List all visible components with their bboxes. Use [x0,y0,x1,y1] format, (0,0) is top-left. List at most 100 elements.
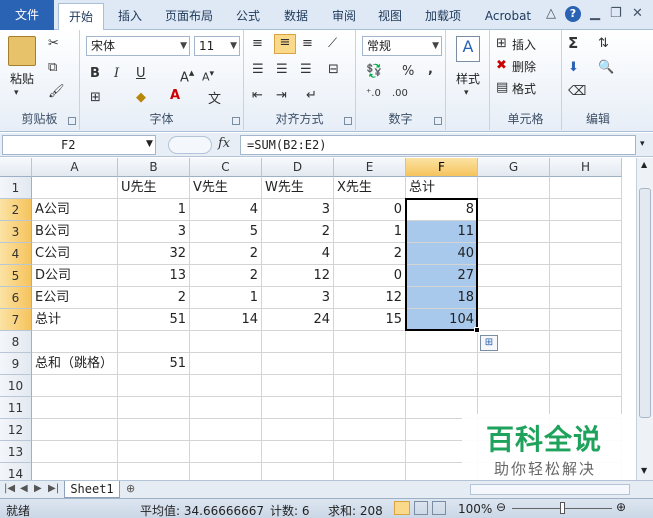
cell-d3[interactable]: 2 [262,221,334,243]
cell-h1[interactable] [550,177,622,199]
cell-e9[interactable] [334,353,406,375]
cell-a4[interactable]: C公司 [32,243,118,265]
cell-e13[interactable] [334,441,406,463]
cell-e6[interactable]: 12 [334,287,406,309]
cell-b2[interactable]: 1 [118,199,190,221]
name-box-dropdown-icon[interactable]: ▼ [146,139,153,149]
cell-f7[interactable]: 104 [406,309,478,331]
percent-button[interactable]: % [402,64,414,79]
cell-g1[interactable] [478,177,550,199]
column-header-h[interactable]: H [550,158,622,177]
cell-c12[interactable] [190,419,262,441]
cell-d13[interactable] [262,441,334,463]
cell-d12[interactable] [262,419,334,441]
cell-a14[interactable] [32,463,118,480]
increase-font-icon[interactable]: A▴ [180,66,194,85]
cell-a6[interactable]: E公司 [32,287,118,309]
vertical-scroll-thumb[interactable] [639,188,651,418]
formula-input[interactable]: =SUM(B2:E2) [240,135,636,155]
minimize-ribbon-icon[interactable]: △ [546,6,556,21]
comma-button[interactable]: , [428,62,433,77]
copy-icon[interactable]: ⧉ [48,60,57,75]
cell-d10[interactable] [262,375,334,397]
cell-a11[interactable] [32,397,118,419]
clipboard-launcher-icon[interactable] [68,117,76,125]
delete-cells-button[interactable]: 删除 [512,58,536,75]
increase-decimal-icon[interactable]: ⁺.0 [366,88,381,99]
tab-view[interactable]: 视图 [370,3,410,29]
column-header-e[interactable]: E [334,158,406,177]
fill-icon[interactable]: ⬇ [568,60,579,75]
row-header-3[interactable]: 3 [0,221,32,243]
cell-h7[interactable] [550,309,622,331]
cell-g6[interactable] [478,287,550,309]
tab-file[interactable]: 文件 [0,0,54,30]
cell-d8[interactable] [262,331,334,353]
align-right-icon[interactable]: ☰ [300,62,312,77]
increase-indent-icon[interactable]: ⇥ [276,88,287,103]
zoom-out-icon[interactable]: ⊖ [496,500,506,514]
cell-f1[interactable]: 总计 [406,177,478,199]
orientation-icon[interactable]: ⟋ [328,36,337,51]
cell-d14[interactable] [262,463,334,480]
sort-filter-icon[interactable]: ⇅ [598,36,609,51]
styles-icon[interactable]: A [456,36,480,62]
cell-a12[interactable] [32,419,118,441]
cell-g7[interactable] [478,309,550,331]
decrease-indent-icon[interactable]: ⇤ [252,88,263,103]
cell-c9[interactable] [190,353,262,375]
cell-d11[interactable] [262,397,334,419]
cell-h3[interactable] [550,221,622,243]
cell-c6[interactable]: 1 [190,287,262,309]
window-close-icon[interactable]: ✕ [632,6,643,21]
cell-e8[interactable] [334,331,406,353]
clear-icon[interactable]: ⌫ [568,84,586,99]
row-header-1[interactable]: 1 [0,177,32,199]
cell-b14[interactable] [118,463,190,480]
scroll-up-icon[interactable]: ▲ [641,160,647,169]
cell-a3[interactable]: B公司 [32,221,118,243]
cell-d6[interactable]: 3 [262,287,334,309]
window-minimize-icon[interactable]: ▁ [590,6,600,21]
cell-e11[interactable] [334,397,406,419]
vertical-scrollbar[interactable]: ▲ ▼ [636,158,653,480]
wrap-text-icon[interactable]: ↵ [306,88,317,103]
row-header-4[interactable]: 4 [0,243,32,265]
tab-insert[interactable]: 插入 [110,3,150,29]
accounting-format-icon[interactable]: 💱 [366,64,382,79]
underline-button[interactable]: U [136,66,146,81]
insert-function-icon[interactable]: fx [218,136,230,151]
formula-bar-toggle[interactable] [168,136,212,154]
borders-icon[interactable]: ⊞ [90,90,101,105]
cell-g4[interactable] [478,243,550,265]
cell-d4[interactable]: 4 [262,243,334,265]
horizontal-scrollbar[interactable] [470,484,630,495]
cell-h10[interactable] [550,375,622,397]
cell-b10[interactable] [118,375,190,397]
decrease-decimal-icon[interactable]: .00 [392,88,408,99]
insert-cells-icon[interactable]: ⊞ [496,36,507,51]
align-left-icon[interactable]: ☰ [252,62,264,77]
cell-f10[interactable] [406,375,478,397]
styles-button[interactable]: 样式 [456,70,480,87]
normal-view-icon[interactable] [394,501,410,515]
prev-sheet-icon[interactable]: ◀ [20,483,28,494]
styles-dropdown-icon[interactable]: ▾ [464,88,469,98]
merge-center-icon[interactable]: ⊟ [328,62,339,77]
paste-icon[interactable] [8,36,36,66]
cut-icon[interactable]: ✂ [48,36,59,51]
cell-b9[interactable]: 51 [118,353,190,375]
cell-c8[interactable] [190,331,262,353]
cell-d2[interactable]: 3 [262,199,334,221]
align-bottom-icon[interactable]: ≡ [302,36,313,51]
paste-button[interactable]: 粘贴 [10,70,34,87]
zoom-in-icon[interactable]: ⊕ [616,500,626,514]
row-header-2[interactable]: 2 [0,199,32,221]
row-header-7[interactable]: 7 [0,309,32,331]
cell-b13[interactable] [118,441,190,463]
next-sheet-icon[interactable]: ▶ [34,483,42,494]
cell-b5[interactable]: 13 [118,265,190,287]
cell-f3[interactable]: 11 [406,221,478,243]
tab-acrobat[interactable]: Acrobat [476,3,540,29]
cell-e2[interactable]: 0 [334,199,406,221]
